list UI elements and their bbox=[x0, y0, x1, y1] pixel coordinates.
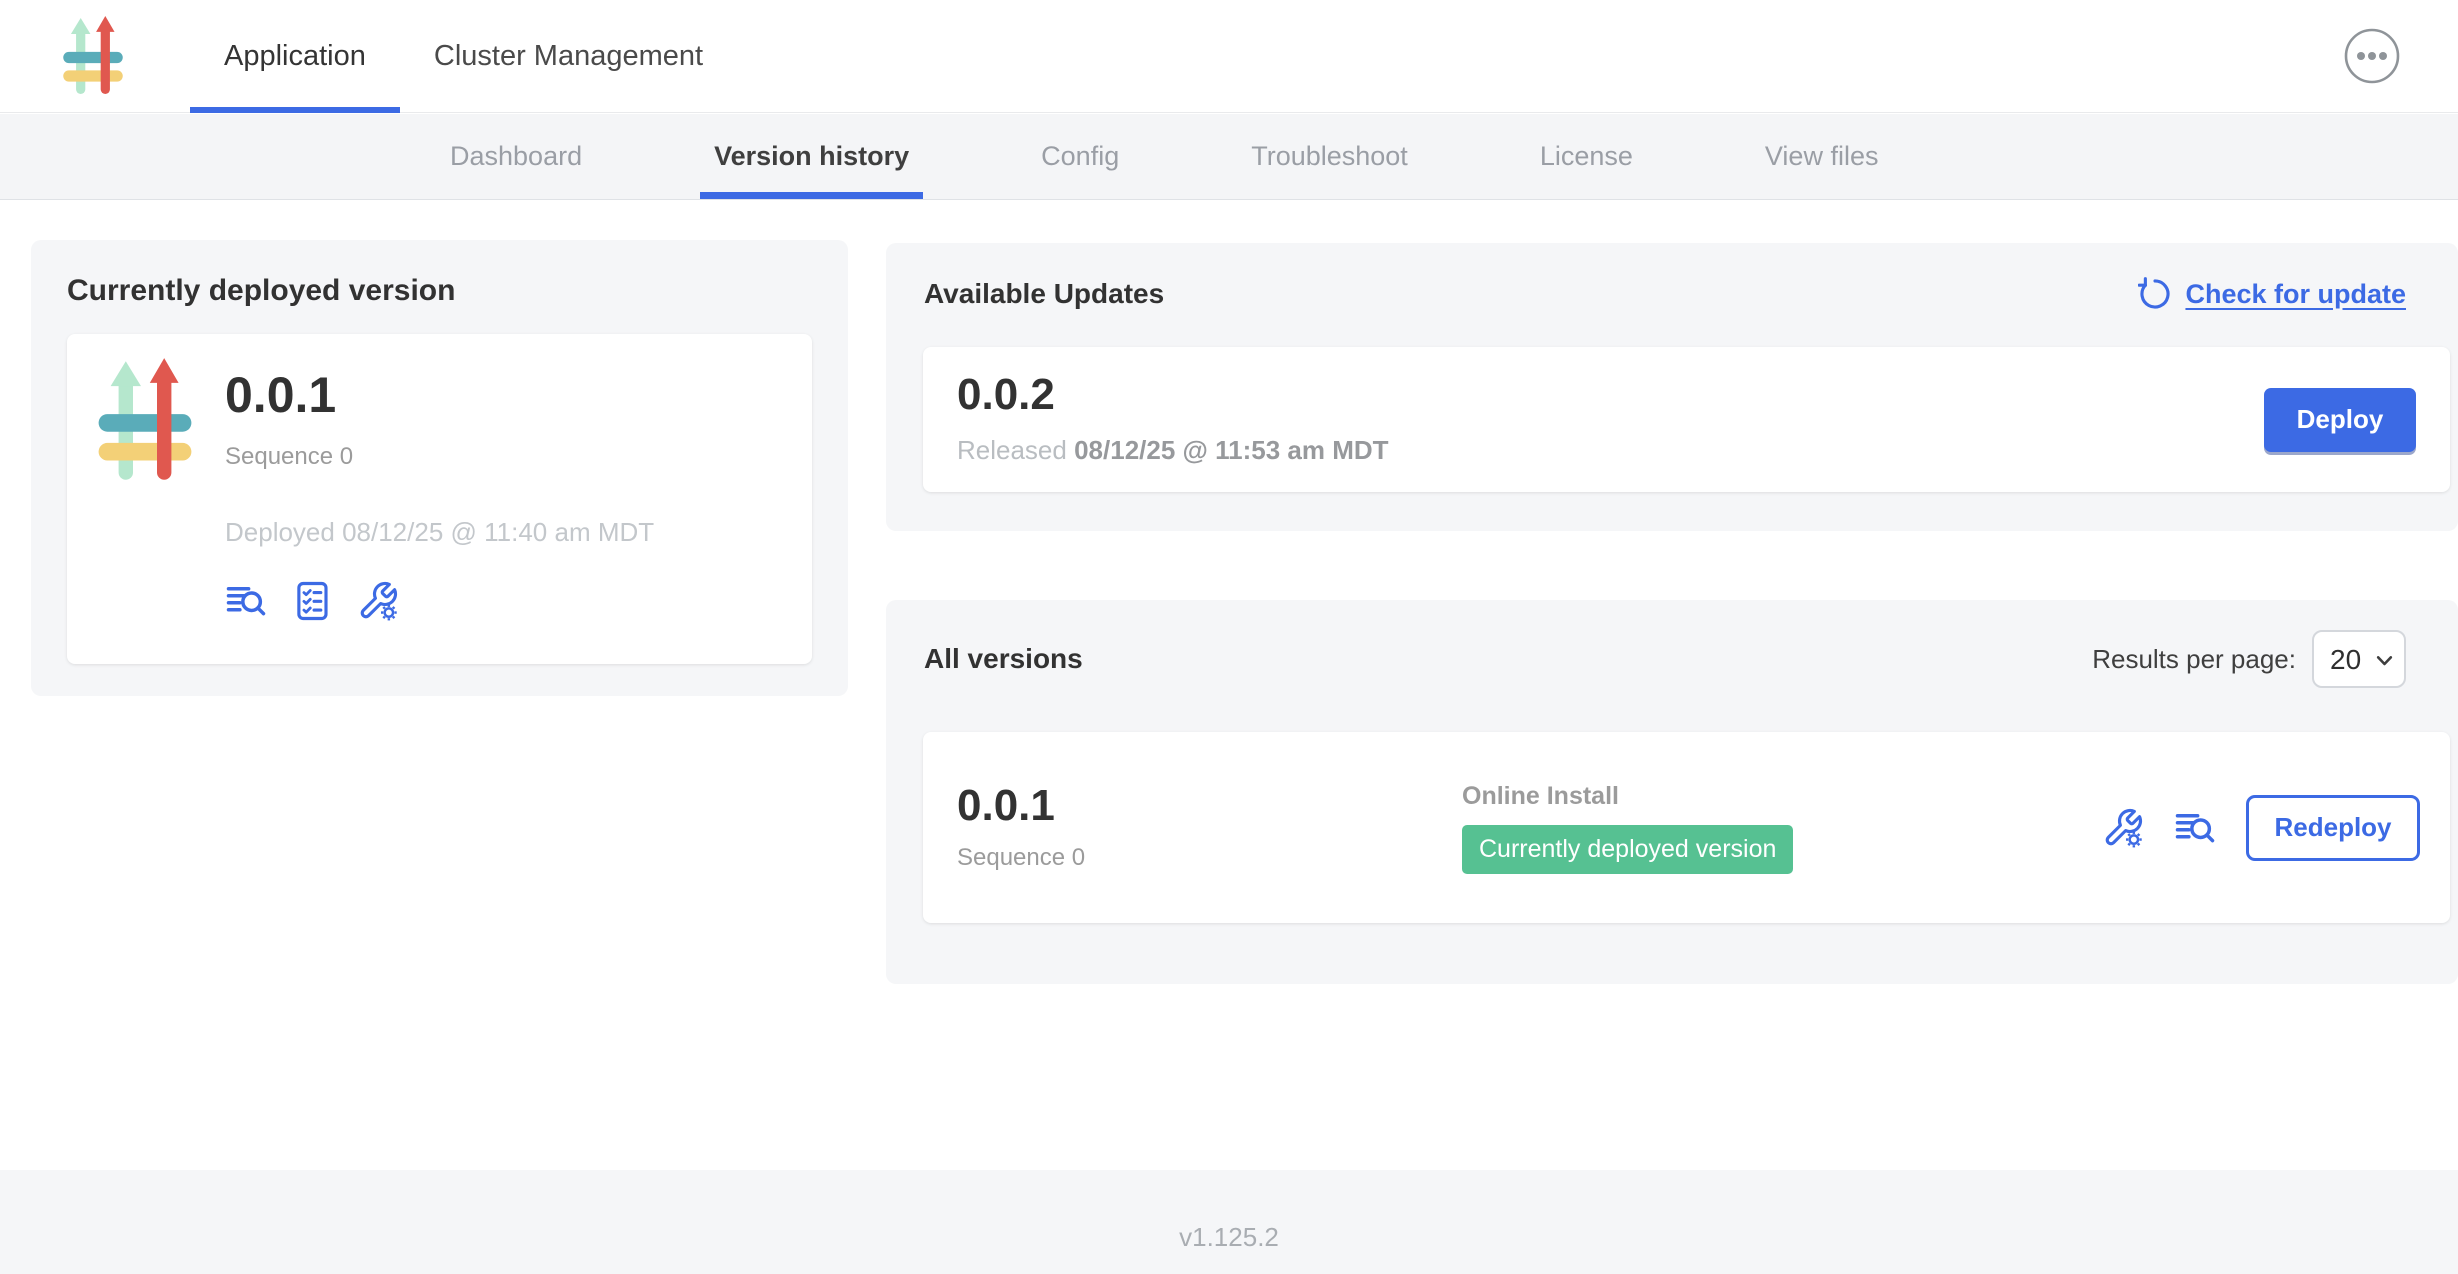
top-navbar: Application Cluster Management bbox=[0, 0, 2458, 113]
all-versions-header: All versions Results per page: 20 bbox=[886, 630, 2458, 688]
subnav-tab-view-files-label: View files bbox=[1765, 141, 1879, 172]
current-version-number: 0.0.1 bbox=[225, 368, 654, 423]
subnav-tab-dashboard[interactable]: Dashboard bbox=[436, 114, 596, 199]
deploy-button[interactable]: Deploy bbox=[2264, 388, 2416, 452]
available-updates-panel: Available Updates Check for update 0.0.2… bbox=[886, 243, 2458, 531]
app-subnav: Dashboard Version history Config Trouble… bbox=[0, 114, 2458, 200]
current-version-actions bbox=[225, 580, 654, 622]
subnav-tab-troubleshoot-label: Troubleshoot bbox=[1251, 141, 1408, 172]
redeploy-button[interactable]: Redeploy bbox=[2246, 795, 2420, 861]
subnav-tabs: Dashboard Version history Config Trouble… bbox=[436, 114, 1892, 199]
released-date: 08/12/25 @ 11:53 am MDT bbox=[1074, 435, 1388, 465]
ellipsis-icon bbox=[2343, 27, 2401, 85]
row-edit-config-button[interactable] bbox=[2102, 807, 2144, 849]
config-icon bbox=[357, 580, 399, 622]
results-per-page-label: Results per page: bbox=[2092, 644, 2296, 675]
currently-deployed-badge: Currently deployed version bbox=[1462, 825, 1793, 874]
preflight-icon bbox=[291, 580, 333, 622]
subnav-tab-dashboard-label: Dashboard bbox=[450, 141, 582, 172]
released-prefix: Released bbox=[957, 435, 1067, 465]
config-icon bbox=[2102, 807, 2144, 849]
current-version-deployed-at: Deployed 08/12/25 @ 11:40 am MDT bbox=[225, 517, 654, 548]
kots-admin-console: Application Cluster Management Dashboard… bbox=[0, 0, 2458, 1274]
check-for-update-link[interactable]: Check for update bbox=[2138, 277, 2406, 311]
subnav-tab-version-history[interactable]: Version history bbox=[700, 114, 923, 199]
current-version-sequence: Sequence 0 bbox=[225, 443, 654, 471]
currently-deployed-card: Currently deployed version 0.0.1 Sequenc… bbox=[31, 240, 848, 696]
available-update-row: 0.0.2 Released 08/12/25 @ 11:53 am MDT D… bbox=[923, 347, 2450, 492]
all-versions-panel: All versions Results per page: 20 0.0.1 … bbox=[886, 600, 2458, 984]
results-per-page-group: Results per page: 20 bbox=[2092, 630, 2406, 688]
app-logo-icon bbox=[97, 358, 193, 483]
version-row-status: Online Install Currently deployed versio… bbox=[1462, 782, 2102, 874]
version-row-info: 0.0.1 Sequence 0 bbox=[957, 784, 1462, 872]
row-view-logs-button[interactable] bbox=[2174, 807, 2216, 849]
version-row: 0.0.1 Sequence 0 Online Install Currentl… bbox=[923, 732, 2450, 923]
version-row-number: 0.0.1 bbox=[957, 784, 1462, 828]
subnav-tab-troubleshoot[interactable]: Troubleshoot bbox=[1237, 114, 1422, 199]
available-updates-header: Available Updates Check for update bbox=[886, 277, 2458, 311]
version-row-actions: Redeploy bbox=[2102, 795, 2420, 861]
subnav-tab-license-label: License bbox=[1540, 141, 1633, 172]
current-version-details: 0.0.1 Sequence 0 Deployed 08/12/25 @ 11:… bbox=[225, 358, 654, 640]
subnav-tab-license[interactable]: License bbox=[1526, 114, 1647, 199]
subnav-tab-config[interactable]: Config bbox=[1027, 114, 1133, 199]
update-info: 0.0.2 Released 08/12/25 @ 11:53 am MDT bbox=[957, 373, 1389, 466]
install-type-label: Online Install bbox=[1462, 782, 2102, 811]
edit-config-button[interactable] bbox=[357, 580, 399, 622]
nav-tab-application-label: Application bbox=[224, 40, 366, 73]
version-row-sequence: Sequence 0 bbox=[957, 844, 1462, 872]
app-logo-icon bbox=[62, 16, 124, 96]
update-version-number: 0.0.2 bbox=[957, 373, 1389, 417]
currently-deployed-title: Currently deployed version bbox=[67, 274, 812, 308]
all-versions-title: All versions bbox=[924, 643, 1083, 675]
check-for-update-label: Check for update bbox=[2185, 279, 2406, 310]
preflight-checks-button[interactable] bbox=[291, 580, 333, 622]
nav-tab-cluster-management[interactable]: Cluster Management bbox=[400, 0, 737, 112]
footer: v1.125.2 bbox=[0, 1170, 2458, 1274]
view-logs-button[interactable] bbox=[225, 580, 267, 622]
nav-tab-application[interactable]: Application bbox=[190, 0, 400, 112]
results-per-page-select-wrap: 20 bbox=[2312, 630, 2406, 688]
subnav-tab-view-files[interactable]: View files bbox=[1751, 114, 1893, 199]
logs-icon bbox=[2174, 807, 2216, 849]
navbar-tabs: Application Cluster Management bbox=[190, 0, 737, 112]
subnav-tab-config-label: Config bbox=[1041, 141, 1119, 172]
refresh-icon bbox=[2138, 277, 2172, 311]
footer-version: v1.125.2 bbox=[1179, 1222, 1279, 1252]
currently-deployed-version-tile: 0.0.1 Sequence 0 Deployed 08/12/25 @ 11:… bbox=[67, 334, 812, 664]
logs-icon bbox=[225, 580, 267, 622]
available-updates-title: Available Updates bbox=[924, 278, 1164, 310]
more-options-button[interactable] bbox=[2343, 27, 2401, 85]
update-released-line: Released 08/12/25 @ 11:53 am MDT bbox=[957, 435, 1389, 466]
results-per-page-select[interactable]: 20 bbox=[2312, 630, 2406, 688]
nav-tab-cluster-management-label: Cluster Management bbox=[434, 40, 703, 73]
subnav-tab-version-history-label: Version history bbox=[714, 141, 909, 172]
